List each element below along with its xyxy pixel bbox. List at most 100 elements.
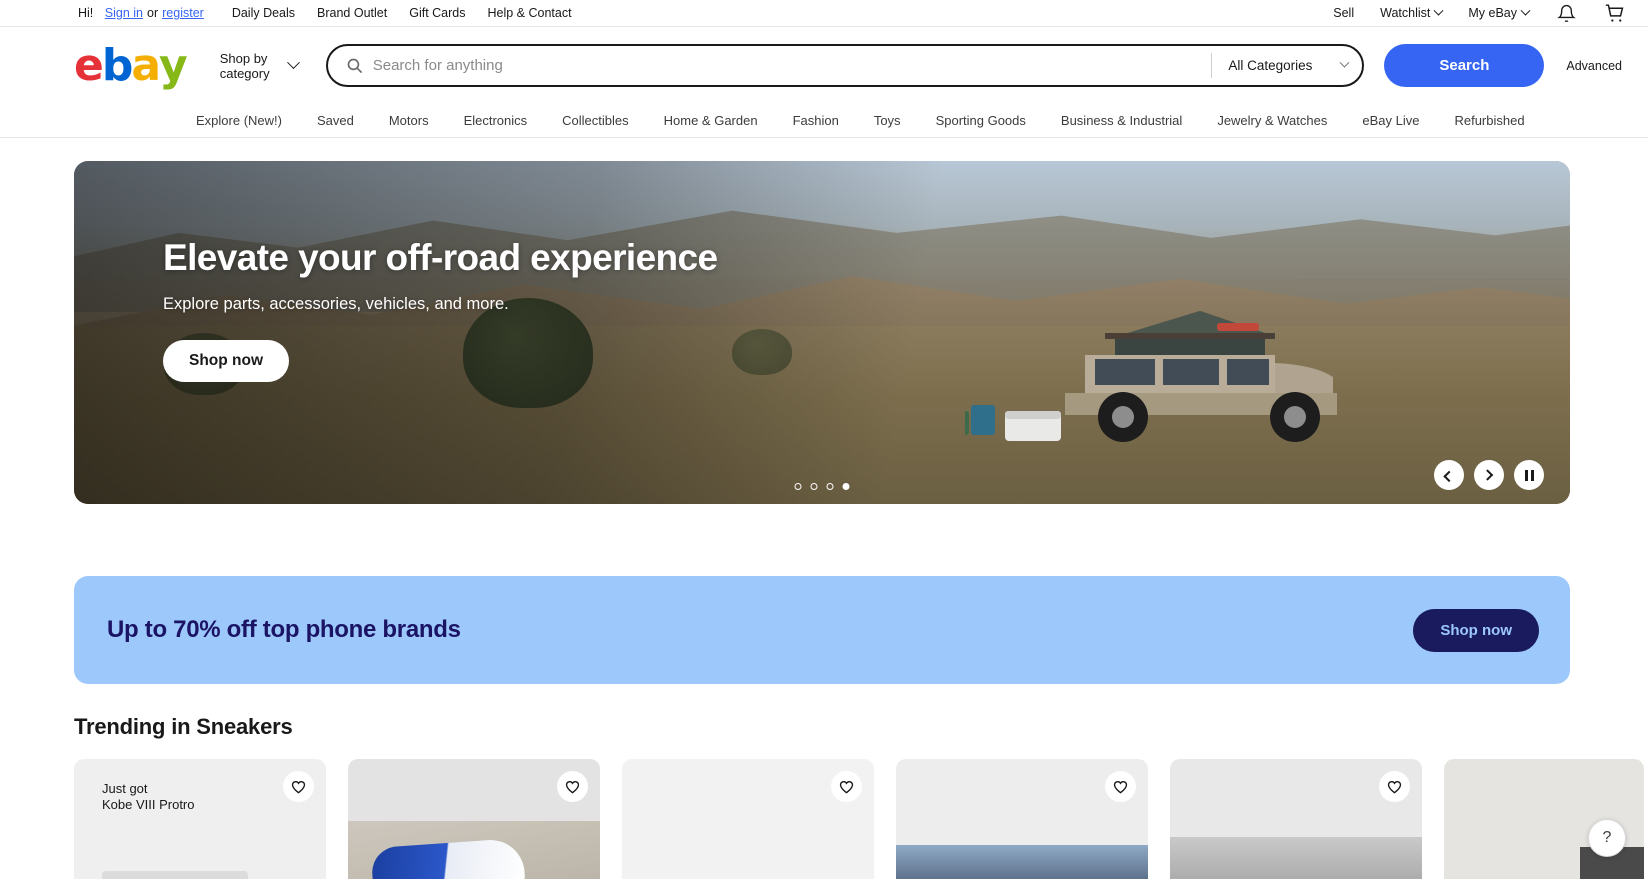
shop-by-line2: category (220, 66, 270, 81)
my-ebay-label: My eBay (1468, 6, 1517, 20)
utility-bar-right: Sell Watchlist My eBay (1307, 3, 1626, 24)
chevron-down-icon (1340, 58, 1350, 68)
heart-icon (839, 780, 854, 794)
nav-item-motors[interactable]: Motors (389, 113, 429, 128)
pause-icon (1525, 470, 1534, 481)
trending-card[interactable] (348, 759, 600, 879)
cart-button[interactable] (1604, 3, 1626, 24)
sign-in-link[interactable]: Sign in (105, 6, 143, 20)
heart-icon (1113, 780, 1128, 794)
hero-title: Elevate your off-road experience (163, 239, 718, 278)
promo-section: Up to 70% off top phone brands Shop now (0, 504, 1648, 684)
chevron-down-icon (1521, 6, 1531, 16)
carousel-dot-4[interactable] (843, 483, 850, 490)
logo-letter-b: b (102, 44, 132, 88)
category-select-value: All Categories (1228, 58, 1312, 73)
bell-icon (1557, 4, 1576, 23)
promo-banner: Up to 70% off top phone brands Shop now (74, 576, 1570, 684)
category-nav: Explore (New!) Saved Motors Electronics … (0, 104, 1648, 138)
utility-bar: Hi! Sign in or register Daily Deals Bran… (0, 0, 1648, 27)
card-favorite-button[interactable] (1105, 771, 1136, 802)
carousel-dot-2[interactable] (811, 483, 818, 490)
nav-item-electronics[interactable]: Electronics (464, 113, 528, 128)
search-bar: All Categories (326, 44, 1365, 87)
trending-section: Trending in Sneakers Just got Kobe VIII … (0, 684, 1648, 879)
chevron-down-icon (287, 56, 300, 69)
my-ebay-menu[interactable]: My eBay (1468, 6, 1529, 20)
heart-icon (565, 780, 580, 794)
nav-item-saved[interactable]: Saved (317, 113, 354, 128)
hero-subtitle: Explore parts, accessories, vehicles, an… (163, 295, 718, 314)
card-caption-line1: Just got (102, 781, 148, 796)
nav-item-explore[interactable]: Explore (New!) (196, 113, 282, 128)
notifications-button[interactable] (1557, 4, 1576, 23)
card-favorite-button[interactable] (283, 771, 314, 802)
chevron-left-icon (1443, 471, 1454, 482)
search-icon-container (328, 57, 373, 74)
trending-card[interactable] (896, 759, 1148, 879)
help-button[interactable]: ? (1588, 819, 1626, 857)
promo-shop-now-button[interactable]: Shop now (1413, 609, 1539, 652)
carousel-prev-button[interactable] (1434, 460, 1464, 490)
card-thumbnail (102, 871, 248, 879)
nav-item-fashion[interactable]: Fashion (793, 113, 839, 128)
cart-icon (1604, 3, 1626, 24)
daily-deals-link[interactable]: Daily Deals (232, 6, 295, 20)
trending-card[interactable] (622, 759, 874, 879)
nav-item-home-garden[interactable]: Home & Garden (664, 113, 758, 128)
nav-item-toys[interactable]: Toys (874, 113, 901, 128)
card-favorite-button[interactable] (557, 771, 588, 802)
search-input[interactable] (373, 46, 1212, 85)
nav-item-ebay-live[interactable]: eBay Live (1362, 113, 1419, 128)
carousel-dot-1[interactable] (795, 483, 802, 490)
shop-by-line1: Shop by (220, 51, 268, 66)
greeting-text: Hi! (78, 6, 93, 20)
nav-item-business-industrial[interactable]: Business & Industrial (1061, 113, 1182, 128)
ebay-logo[interactable]: e b a y (74, 44, 186, 88)
search-button[interactable]: Search (1384, 44, 1544, 87)
card-favorite-button[interactable] (831, 771, 862, 802)
chevron-right-icon (1482, 469, 1493, 480)
advanced-search-link[interactable]: Advanced (1566, 59, 1622, 73)
hero-content: Elevate your off-road experience Explore… (163, 239, 718, 382)
nav-item-jewelry-watches[interactable]: Jewelry & Watches (1217, 113, 1327, 128)
carousel-controls (1434, 460, 1544, 490)
greeting-space (97, 6, 100, 20)
heart-icon (1387, 780, 1402, 794)
register-link[interactable]: register (162, 6, 204, 20)
card-caption: Just got Kobe VIII Protro (102, 781, 195, 813)
card-favorite-button[interactable] (1379, 771, 1410, 802)
logo-letter-e: e (74, 44, 102, 88)
chevron-down-icon (1434, 6, 1444, 16)
card-image (1170, 837, 1422, 879)
hero-carousel: Elevate your off-road experience Explore… (74, 161, 1570, 504)
category-select[interactable]: All Categories (1212, 46, 1362, 85)
gift-cards-link[interactable]: Gift Cards (409, 6, 465, 20)
card-caption-line2: Kobe VIII Protro (102, 797, 195, 812)
nav-item-refurbished[interactable]: Refurbished (1454, 113, 1524, 128)
hero-section: Elevate your off-road experience Explore… (0, 138, 1648, 504)
help-contact-link[interactable]: Help & Contact (487, 6, 571, 20)
nav-item-collectibles[interactable]: Collectibles (562, 113, 628, 128)
utility-bar-left: Hi! Sign in or register Daily Deals Bran… (78, 6, 594, 20)
logo-letter-a: a (131, 44, 159, 88)
card-image (896, 845, 1148, 879)
carousel-next-button[interactable] (1474, 460, 1504, 490)
site-header: e b a y Shop by category All Categories … (0, 27, 1648, 104)
shop-by-category-button[interactable]: Shop by category (220, 51, 298, 81)
watchlist-label: Watchlist (1380, 6, 1430, 20)
or-text: or (147, 6, 158, 20)
hero-shop-now-button[interactable]: Shop now (163, 340, 289, 382)
carousel-pause-button[interactable] (1514, 460, 1544, 490)
trending-card[interactable]: Just got Kobe VIII Protro (74, 759, 326, 879)
trending-cards: Just got Kobe VIII Protro (74, 759, 1648, 879)
heart-icon (291, 780, 306, 794)
watchlist-menu[interactable]: Watchlist (1380, 6, 1442, 20)
sell-link[interactable]: Sell (1333, 6, 1354, 20)
carousel-dot-3[interactable] (827, 483, 834, 490)
nav-item-sporting-goods[interactable]: Sporting Goods (936, 113, 1026, 128)
brand-outlet-link[interactable]: Brand Outlet (317, 6, 387, 20)
search-icon (346, 57, 363, 74)
trending-card[interactable] (1170, 759, 1422, 879)
trending-card[interactable] (1444, 759, 1644, 879)
